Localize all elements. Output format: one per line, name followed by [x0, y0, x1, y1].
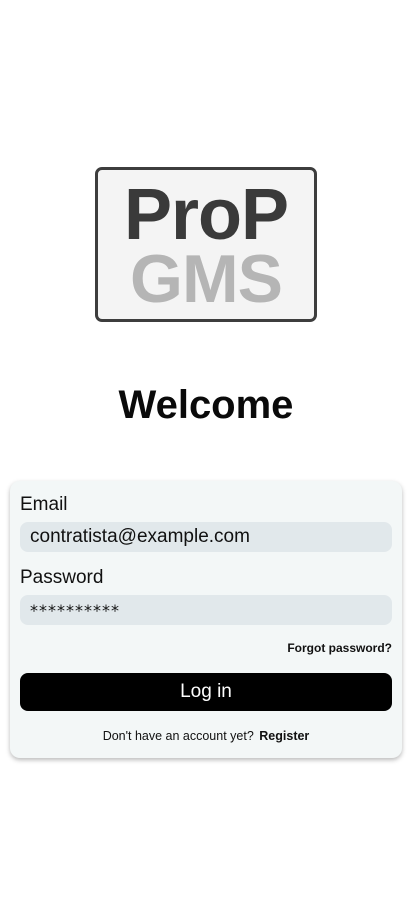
register-link[interactable]: Register	[259, 729, 309, 743]
password-label: Password	[20, 567, 104, 588]
login-card: Email Password Forgot password? Log in D…	[10, 481, 402, 758]
register-row: Don't have an account yet? Register	[10, 729, 402, 743]
register-prompt: Don't have an account yet?	[102, 729, 254, 743]
login-button[interactable]: Log in	[20, 673, 392, 711]
logo-text-gms: GMS	[130, 241, 283, 317]
app-logo: ProP GMS	[95, 167, 317, 322]
email-label: Email	[20, 494, 68, 515]
forgot-password-link[interactable]: Forgot password?	[287, 641, 392, 655]
logo-text-prop: ProP	[123, 175, 289, 255]
email-field[interactable]	[20, 522, 392, 552]
page-title: Welcome	[118, 383, 294, 427]
password-field[interactable]	[20, 595, 392, 625]
